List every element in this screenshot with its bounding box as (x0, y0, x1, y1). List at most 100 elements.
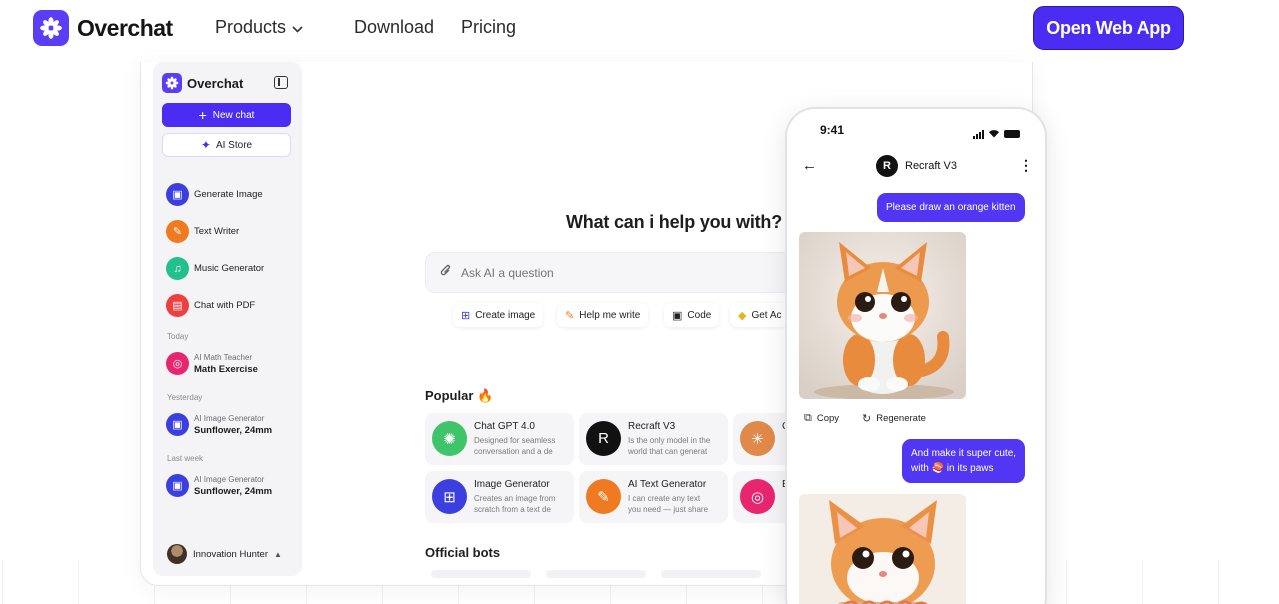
chip-create-image[interactable]: ⊞ Create image (453, 303, 544, 327)
chip-code[interactable]: ▣ Code (664, 303, 720, 327)
chip-label: Get Ac (751, 309, 782, 321)
chip-label: Code (687, 309, 712, 321)
bot-card-ai-text-generator[interactable]: ✎ AI Text Generator I can create any tex… (579, 471, 728, 523)
new-chat-button[interactable]: + New chat (162, 103, 291, 127)
phone-preview: 9:41 ← R Recraft V3 ⋮ Please draw an ora… (785, 107, 1047, 604)
sparkle-icon: ✦ (200, 138, 211, 152)
avatar (167, 544, 187, 564)
graduation-icon: ◆ (738, 309, 747, 322)
code-icon: ▣ (672, 309, 683, 322)
sidebar-item-label: Generate Image (194, 189, 263, 200)
wifi-icon (988, 125, 1000, 143)
history-item[interactable]: ▣ AI Image Generator Sunflower, 24mm (166, 474, 272, 497)
bot-card-claude[interactable]: ✳ C (733, 413, 793, 465)
generated-kitten-image[interactable] (799, 232, 966, 399)
signal-icon (973, 129, 984, 139)
copy-button[interactable]: ⧉ Copy (804, 412, 839, 425)
music-icon: ♫ (166, 257, 189, 280)
card-desc: Is the only model in the world that can g… (628, 436, 711, 456)
chip-label: Help me write (579, 309, 641, 321)
popular-heading: Popular 🔥 (425, 388, 494, 403)
history-item-title: Sunflower, 24mm (194, 485, 273, 497)
image-plus-icon: ▣ (166, 413, 189, 436)
chat-bot-name: Recraft V3 (905, 160, 957, 172)
chip-get-advice[interactable]: ◆ Get Ac (730, 303, 790, 327)
sidebar-item-chat-with-pdf[interactable]: ▤ Chat with PDF (166, 294, 255, 317)
bot-card-chatgpt[interactable]: ✺ Chat GPT 4.0 Designed for seamless conv… (425, 413, 574, 465)
history-item-bot: AI Math Teacher (194, 352, 253, 362)
history-group-last-week: Last week (167, 454, 204, 463)
history-group-today: Today (167, 332, 189, 341)
brand-logo[interactable]: Overchat (33, 10, 173, 46)
history-item[interactable]: ▣ AI Image Generator Sunflower, 24mm (166, 413, 272, 436)
sidebar-item-generate-image[interactable]: ▣ Generate Image (166, 183, 263, 206)
history-group-yesterday: Yesterday (167, 393, 203, 402)
openai-icon: ✺ (432, 421, 467, 456)
pen-icon: ✎ (166, 220, 189, 243)
history-item[interactable]: ◎ AI Math Teacher Math Exercise (166, 352, 258, 375)
user-message: And make it super cute, with 🍣 in its paw… (902, 439, 1026, 483)
claude-icon: ✳ (740, 421, 775, 456)
user-menu[interactable]: Innovation Hunter ▲ (167, 544, 282, 564)
overchat-logo-icon (162, 73, 182, 93)
chip-label: Create image (475, 309, 536, 321)
sidebar-item-label: Chat with PDF (194, 300, 256, 311)
back-arrow-icon[interactable]: ← (802, 157, 817, 174)
copy-label: Copy (816, 413, 840, 424)
ai-store-label: AI Store (215, 139, 253, 151)
pdf-icon: ▤ (166, 294, 189, 317)
chip-help-me-write[interactable]: ✎ Help me write (557, 303, 649, 327)
chevron-down-icon (292, 17, 303, 38)
ask-input-placeholder: Ask AI a question (461, 265, 554, 280)
regenerate-button[interactable]: ↻ Regenerate (862, 412, 926, 425)
nav-pricing[interactable]: Pricing (461, 17, 516, 38)
ai-store-button[interactable]: ✦ AI Store (162, 133, 291, 157)
recraft-icon: R (876, 155, 898, 177)
sidebar-brand: Overchat (162, 73, 243, 93)
card-desc: Creates an image from scratch from a text… (474, 494, 556, 514)
copy-icon: ⧉ (804, 412, 812, 424)
bot-card-image-generator[interactable]: ⊞ Image Generator Creates an image from s… (425, 471, 574, 523)
more-vertical-icon[interactable]: ⋮ (1019, 157, 1033, 174)
image-plus-icon: ⊞ (432, 479, 467, 514)
card-title: Chat GPT 4.0 (474, 421, 535, 432)
open-web-app-button[interactable]: Open Web App (1033, 6, 1184, 50)
official-bot-placeholder (431, 570, 531, 578)
chat-title: R Recraft V3 (876, 155, 957, 177)
history-item-title: Sunflower, 24mm (194, 424, 273, 436)
refresh-icon: ↻ (862, 413, 872, 425)
history-item-bot: AI Image Generator (194, 474, 265, 484)
nav-products[interactable]: Products (215, 17, 303, 38)
chat-header: ← R Recraft V3 ⋮ (787, 153, 1045, 181)
official-bot-placeholder (546, 570, 646, 578)
chevron-up-icon: ▲ (274, 549, 282, 559)
ask-input[interactable]: Ask AI a question (425, 252, 805, 293)
regenerate-label: Regenerate (876, 413, 926, 424)
recraft-icon: R (586, 421, 621, 456)
math-icon: ◎ (166, 352, 189, 375)
generated-kitten-image[interactable] (799, 494, 966, 604)
pen-icon: ✎ (565, 309, 575, 322)
pen-icon: ✎ (586, 479, 621, 514)
nav-products-label: Products (215, 17, 287, 37)
nav-download[interactable]: Download (354, 17, 434, 38)
brand-name: Overchat (77, 14, 173, 41)
sidebar-item-label: Text Writer (194, 226, 240, 237)
history-item-bot: AI Image Generator (194, 413, 265, 423)
page-title: What can i help you with? (566, 212, 783, 232)
card-title: Image Generator (474, 479, 550, 490)
sidebar: Overchat + New chat ✦ AI Store ▣ Generat… (153, 62, 302, 576)
new-chat-label: New chat (212, 109, 255, 121)
bot-card-recraft[interactable]: R Recraft V3 Is the only model in the wor… (579, 413, 728, 465)
sidebar-item-music-generator[interactable]: ♫ Music Generator (166, 257, 264, 280)
overchat-logo-icon (33, 10, 69, 46)
card-title: AI Text Generator (628, 479, 707, 490)
status-icons (973, 125, 1020, 143)
paperclip-icon[interactable] (440, 264, 452, 281)
bot-card-math[interactable]: ◎ E (733, 471, 793, 523)
official-bots-heading: Official bots (425, 545, 501, 560)
sidebar-item-text-writer[interactable]: ✎ Text Writer (166, 220, 239, 243)
image-plus-icon: ▣ (166, 183, 189, 206)
sidebar-item-label: Music Generator (194, 263, 265, 274)
sidebar-toggle-icon[interactable] (274, 76, 288, 89)
